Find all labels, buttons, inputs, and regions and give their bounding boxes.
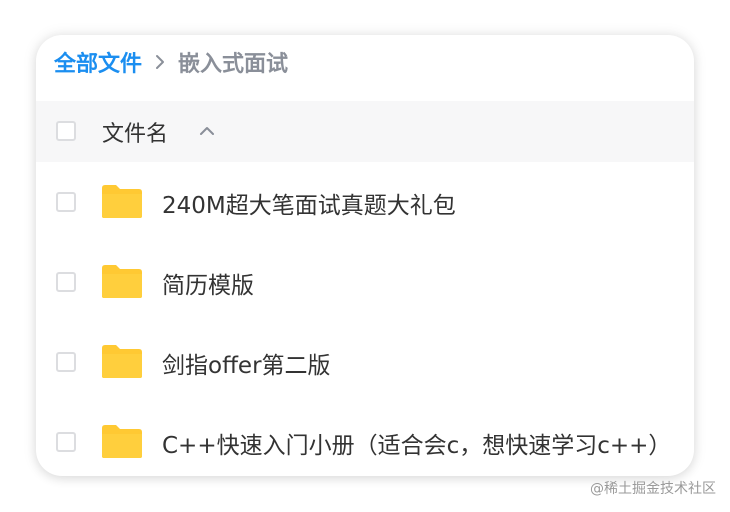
column-header-filename[interactable]: 文件名	[102, 116, 168, 148]
table-row[interactable]: 简历模版	[36, 242, 694, 322]
table-row[interactable]: 240M超大笔面试真题大礼包	[36, 162, 694, 242]
breadcrumb-root-link[interactable]: 全部文件	[54, 46, 142, 78]
watermark: @稀土掘金技术社区	[590, 481, 716, 497]
folder-icon	[102, 185, 142, 218]
file-name[interactable]: 剑指offer第二版	[162, 346, 331, 380]
table-row[interactable]: C++快速入门小册（适合会c，想快速学习c++）	[36, 402, 694, 476]
screenshot-stage: 全部文件 嵌入式面试 文件名 240M超大笔面试真题大礼包 简历模版 剑指off…	[0, 0, 730, 512]
table-row[interactable]: 剑指offer第二版	[36, 322, 694, 402]
table-header: 文件名	[36, 101, 694, 162]
breadcrumb: 全部文件 嵌入式面试	[54, 47, 288, 77]
file-name[interactable]: 简历模版	[162, 266, 254, 300]
row-checkbox[interactable]	[56, 192, 76, 212]
chevron-up-icon[interactable]	[196, 120, 218, 142]
file-list-panel: 全部文件 嵌入式面试 文件名 240M超大笔面试真题大礼包 简历模版 剑指off…	[36, 35, 694, 476]
select-all-checkbox[interactable]	[56, 121, 76, 141]
row-checkbox[interactable]	[56, 352, 76, 372]
folder-icon	[102, 425, 142, 458]
row-checkbox[interactable]	[56, 272, 76, 292]
folder-icon	[102, 265, 142, 298]
folder-icon	[102, 345, 142, 378]
file-name[interactable]: C++快速入门小册（适合会c，想快速学习c++）	[162, 426, 671, 460]
file-name[interactable]: 240M超大笔面试真题大礼包	[162, 186, 456, 220]
breadcrumb-current: 嵌入式面试	[178, 52, 289, 77]
row-checkbox[interactable]	[56, 432, 76, 452]
chevron-right-icon	[156, 55, 165, 69]
